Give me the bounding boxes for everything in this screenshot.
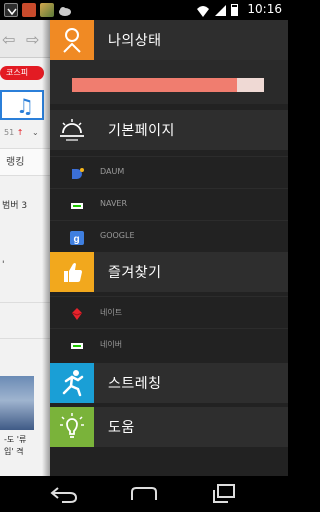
menu-default-page[interactable]: 기본페이지 [50,110,288,150]
news-text[interactable]: 범버 3 [0,198,27,211]
forward-arrow-icon[interactable]: ⇨ [26,30,39,49]
menu-help-label: 도움 [108,420,135,436]
photo-caption[interactable]: 입' 격 [0,446,23,457]
status-time: 10:16 [247,2,282,16]
status-progress-fill [72,78,238,92]
svg-text:g: g [74,234,80,245]
default-item-label: DAUM [100,167,125,176]
menu-stretching-label: 스트레칭 [108,376,162,392]
recent-apps-icon[interactable] [204,482,244,506]
search-box[interactable]: ♫ [0,90,44,120]
menu-my-status-label: 나의상태 [108,33,162,49]
photo-icon [40,3,54,17]
menu-my-status[interactable]: 나의상태 [50,20,288,60]
person-icon [50,20,94,60]
chevron-down-icon[interactable]: ⌄ [32,128,39,137]
notification-icon [4,3,18,17]
naver-icon [70,198,84,212]
default-item-label: NAVER [100,199,128,208]
wifi-icon [196,3,210,17]
favorite-item-label: 네이버 [100,340,123,349]
back-arrow-icon[interactable]: ⇦ [2,30,15,49]
status-bar: 10:16 [0,0,288,20]
default-item-naver[interactable]: NAVER [50,188,288,220]
default-item-daum[interactable]: DAUM [50,156,288,188]
sunrise-icon [50,110,94,150]
google-icon: g [70,230,84,245]
music-note-icon[interactable]: ♫ [16,94,34,118]
system-navigation-bar [0,476,288,512]
news-text[interactable]: ' [0,260,4,270]
favorite-item-label: 네이트 [100,308,123,317]
background-browser[interactable]: ⇦ ⇨ 코스피 ♫ 51 ↑ ⌄ 랭킹 범버 3 ' -도 '류 입' 격 [0,20,50,476]
default-item-google[interactable]: g GOOGLE [50,220,288,252]
menu-help[interactable]: 도움 [50,407,288,447]
up-arrow-icon: ↑ [16,128,24,137]
nate-icon [70,306,84,320]
menu-default-page-label: 기본페이지 [108,123,175,139]
menu-favorites[interactable]: 즐겨찾기 [50,252,288,292]
menu-favorites-label: 즐겨찾기 [108,265,162,281]
thumbs-up-icon [50,252,94,292]
back-icon[interactable] [44,482,84,506]
default-item-label: GOOGLE [100,231,135,240]
running-person-icon [50,363,94,403]
battery-icon [231,4,238,16]
favorite-item-naver[interactable]: 네이버 [50,328,288,360]
status-progress-track [72,78,264,92]
navigation-drawer: 나의상태 기본페이지 DAUM NAVER g GOOGLE 즐겨찾기 네이트 … [50,20,288,476]
drawer-shadow [42,20,50,476]
rank-number: 51 [4,128,15,137]
signal-icon [215,5,226,16]
news-photo[interactable] [0,376,34,430]
photo-caption[interactable]: -도 '류 [0,434,26,445]
lightbulb-icon [50,407,94,447]
menu-stretching[interactable]: 스트레칭 [50,363,288,403]
naver-icon [70,338,84,352]
kospi-badge[interactable]: 코스피 [0,66,44,80]
app-icon [22,3,36,17]
daum-icon [70,166,84,180]
favorite-item-nate[interactable]: 네이트 [50,296,288,328]
cloud-icon [58,3,72,17]
status-progress-row [50,60,288,104]
home-icon[interactable] [124,482,164,506]
